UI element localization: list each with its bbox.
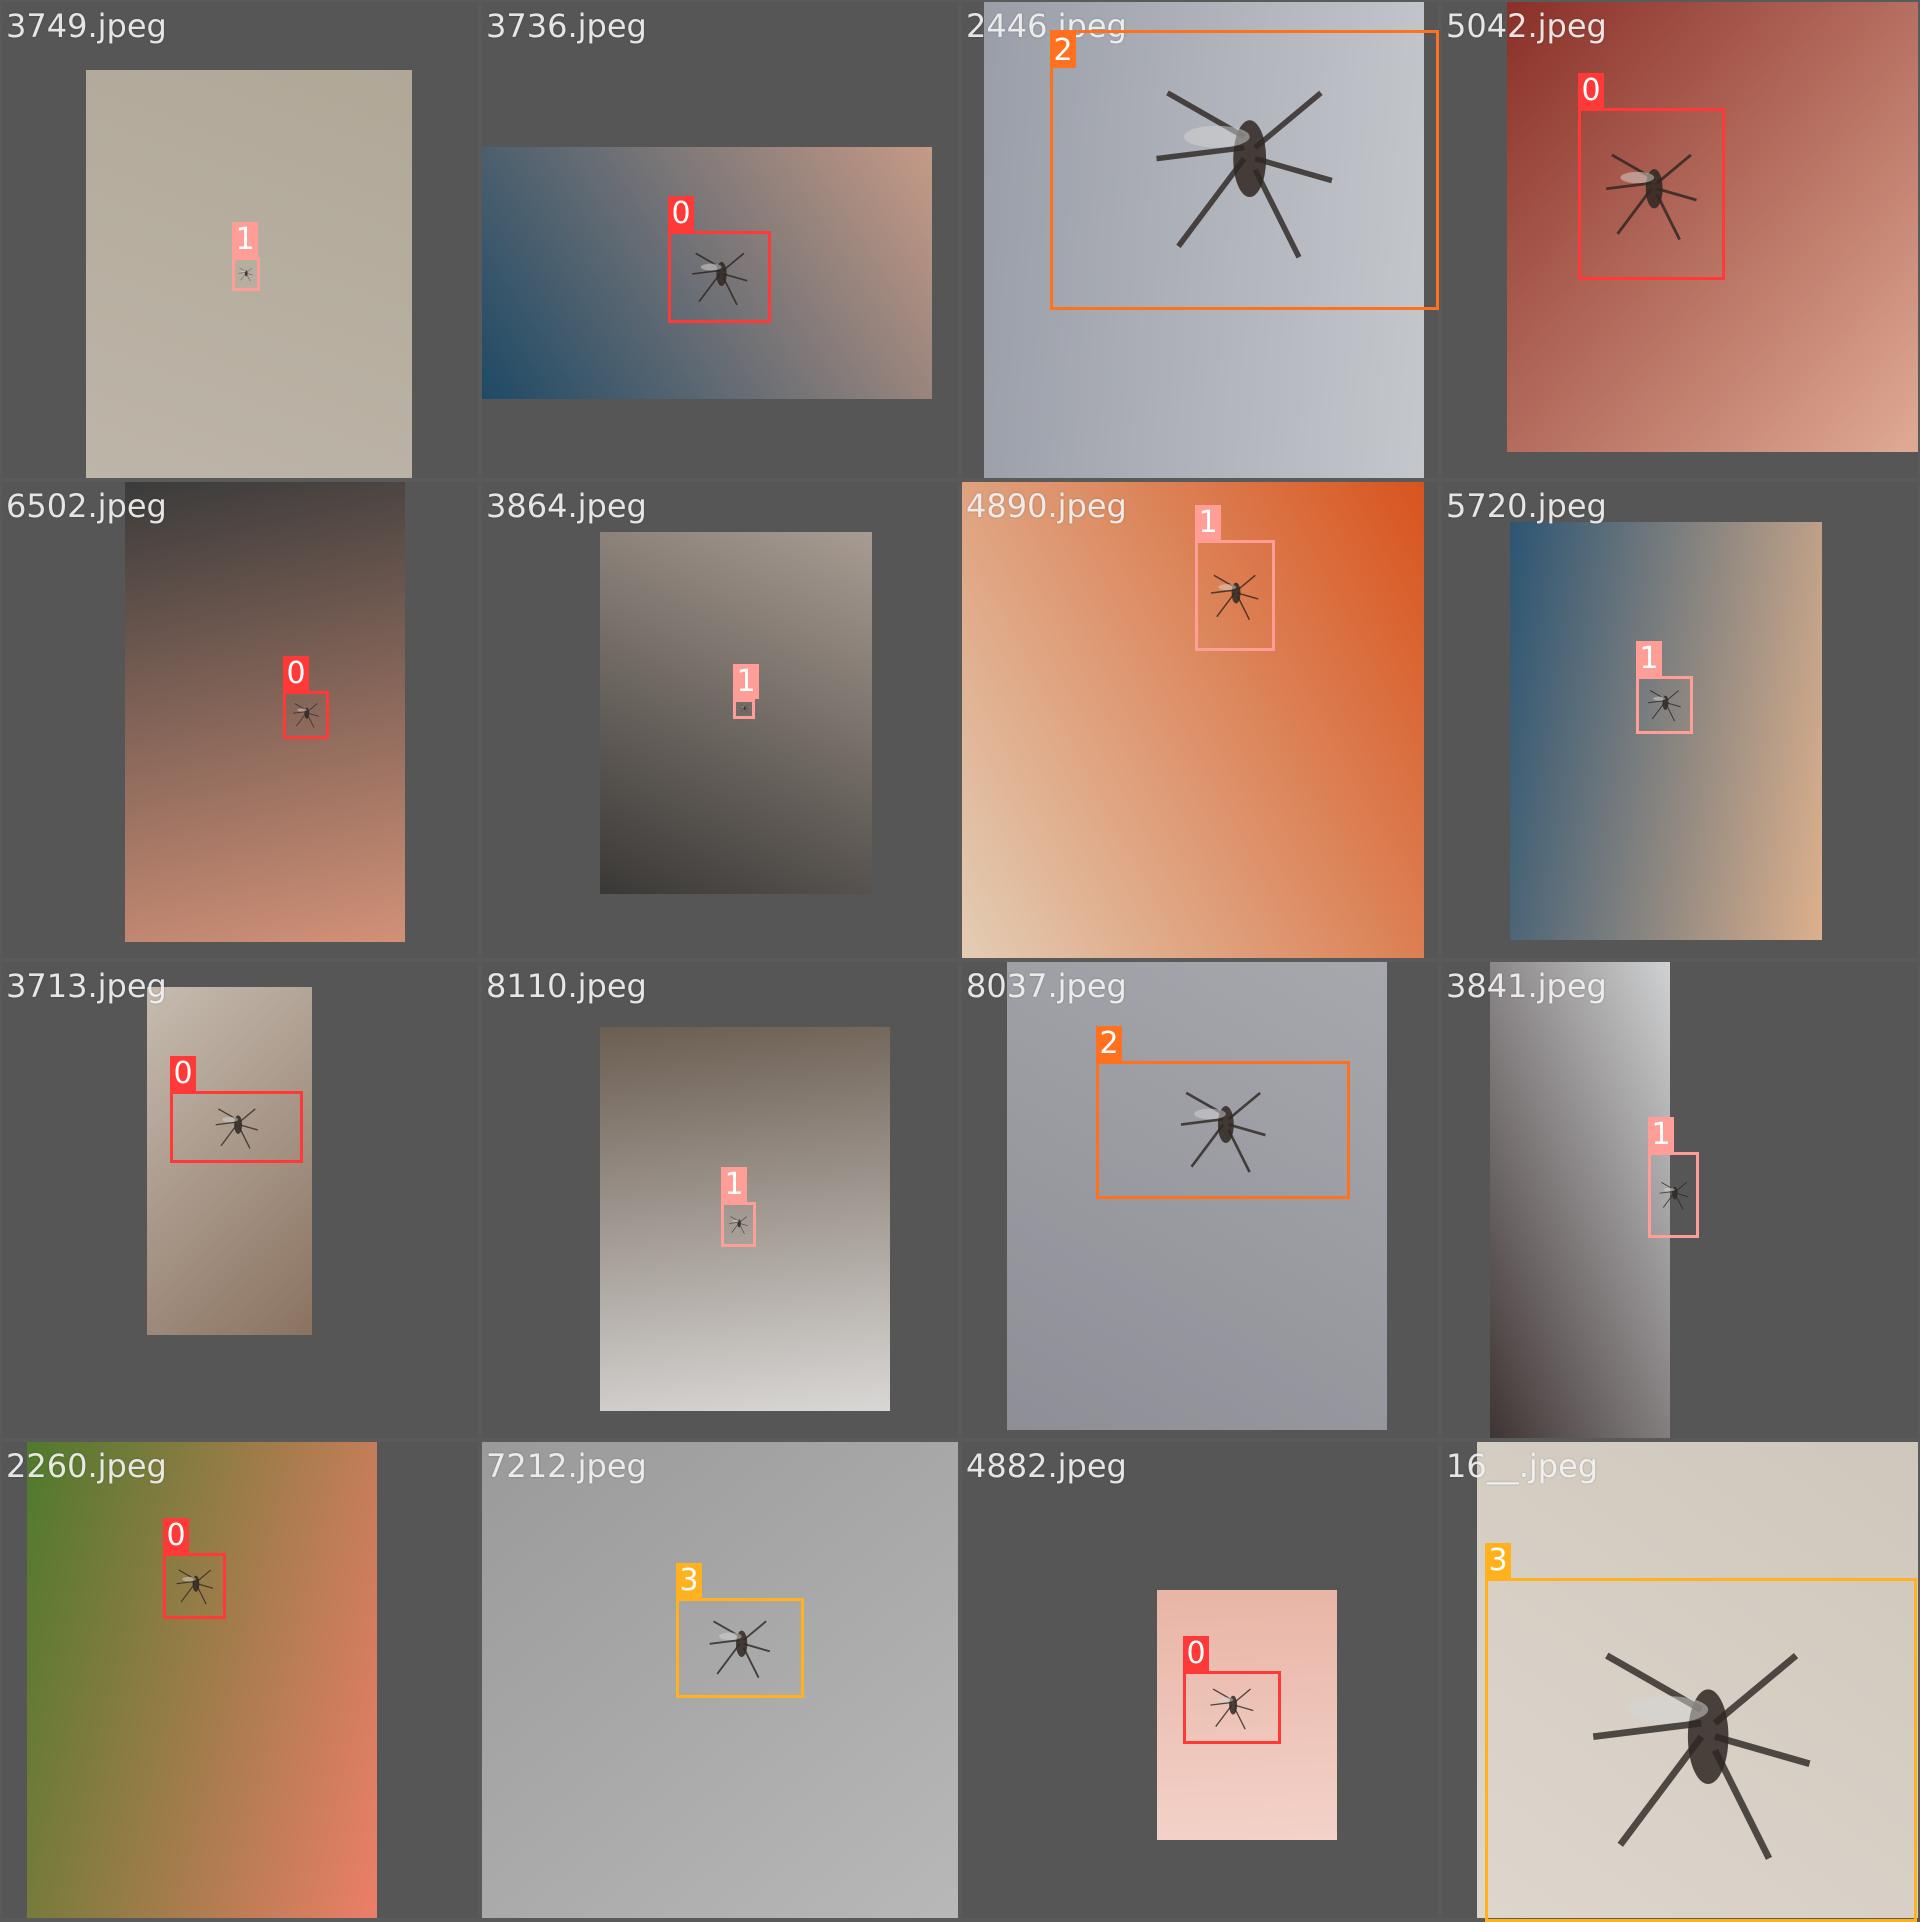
image-filename: 8110.jpeg [486,967,647,1005]
mosaic-grid: 3749.jpeg 1 3736.jpeg 0 2446.jpeg 2 5042.jpeg 0… [0,0,1920,1922]
detection-box: 1 [232,222,260,291]
image-tile[interactable]: 3864.jpeg [482,482,958,958]
image-filename: 3736.jpeg [486,7,647,45]
mosquito-icon [1592,1652,1811,1860]
class-label: 1 [232,222,258,257]
photo-thumbnail [962,482,1424,958]
detection-box: 1 [733,664,759,719]
class-label: 0 [1578,73,1604,108]
class-label: 0 [668,196,694,231]
class-label: 1 [1195,505,1221,540]
class-label: 0 [283,656,309,691]
image-filename: 6502.jpeg [6,487,167,525]
mosquito-icon [238,267,254,282]
photo-thumbnail [27,1442,377,1918]
class-label: 3 [1485,1543,1511,1578]
mosquito-icon [691,252,748,305]
image-filename: 16__.jpeg [1446,1447,1599,1485]
image-tile[interactable]: 8037.jpeg [962,962,1438,1438]
image-filename: 8037.jpeg [966,967,1127,1005]
image-tile[interactable]: 8110.jpeg [482,962,958,1438]
image-tile[interactable]: 6502.jpeg [2,482,478,958]
class-label: 1 [721,1167,747,1202]
detection-box: 0 [1578,73,1725,280]
photo-thumbnail [125,482,405,942]
class-label: 0 [1183,1636,1209,1671]
class-label: 0 [163,1518,189,1553]
class-label: 2 [1096,1026,1122,1061]
image-filename: 4882.jpeg [966,1447,1127,1485]
mosquito-icon [1659,1182,1689,1210]
image-filename: 3864.jpeg [486,487,647,525]
detection-box: 1 [721,1167,756,1247]
mosquito-icon [709,1620,771,1679]
detection-box: 0 [283,656,329,739]
detection-box: 1 [1648,1117,1699,1238]
detection-box: 0 [668,196,771,323]
image-filename: 3841.jpeg [1446,967,1607,1005]
class-label: 0 [170,1056,196,1091]
image-filename: 2260.jpeg [6,1447,167,1485]
detection-box: 2 [1096,1026,1350,1199]
class-label: 2 [1050,33,1076,68]
class-label: 1 [733,664,759,699]
mosquito-icon [1180,1091,1266,1173]
mosquito-icon [1606,153,1697,240]
mosquito-icon [1156,90,1333,259]
image-tile[interactable]: 2260.jpeg [2,1442,478,1918]
image-filename: 5042.jpeg [1446,7,1607,45]
mosquito-icon [293,703,319,728]
detection-box: 1 [1195,505,1275,651]
class-label: 3 [676,1563,702,1598]
detection-box: 3 [1485,1543,1917,1922]
photo-thumbnail [1490,962,1670,1438]
image-filename: 5720.jpeg [1446,487,1607,525]
mosquito-icon [1648,690,1681,722]
image-filename: 4890.jpeg [966,487,1127,525]
mosquito-icon [1211,574,1259,620]
mosquito-icon [729,1216,748,1234]
class-label: 1 [1648,1117,1674,1152]
detection-box: 2 [1050,30,1439,310]
mosquito-icon [176,1569,213,1605]
detection-box: 0 [163,1518,226,1619]
mosquito-icon [1210,1688,1254,1730]
detection-box: 0 [170,1056,303,1163]
image-filename: 7212.jpeg [486,1447,647,1485]
mosquito-icon [739,704,749,714]
image-filename: 3749.jpeg [6,7,167,45]
detection-box: 0 [1183,1636,1281,1744]
detection-box: 3 [676,1563,804,1698]
mosquito-icon [215,1107,258,1149]
class-label: 1 [1636,641,1662,676]
image-tile[interactable]: 3713.jpeg [2,962,478,1438]
detection-box: 1 [1636,641,1693,734]
image-filename: 3713.jpeg [6,967,167,1005]
